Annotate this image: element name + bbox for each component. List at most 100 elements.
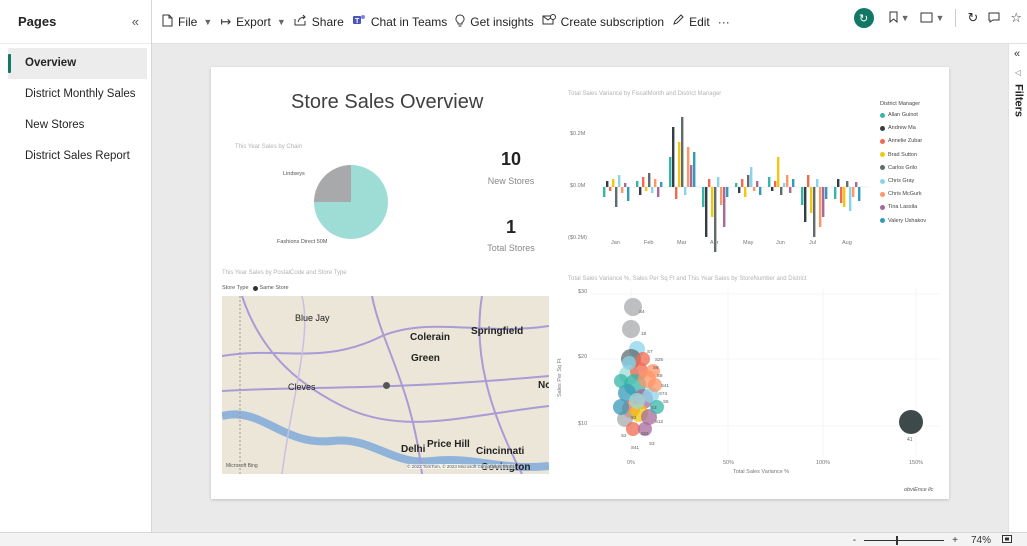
- variance-bar[interactable]: [852, 187, 855, 197]
- variance-bar[interactable]: [735, 183, 738, 187]
- variance-bar[interactable]: [609, 187, 612, 191]
- variance-bar[interactable]: [720, 187, 723, 205]
- variance-bar[interactable]: [843, 187, 846, 207]
- variance-bar[interactable]: [684, 187, 687, 195]
- variance-bar[interactable]: [669, 157, 672, 187]
- variance-bar[interactable]: [675, 187, 678, 199]
- variance-bar[interactable]: [858, 187, 861, 201]
- comments-button[interactable]: [983, 11, 1005, 26]
- get-insights-button[interactable]: Get insights: [451, 8, 537, 36]
- variance-bar[interactable]: [786, 175, 789, 187]
- scatter-point[interactable]: [626, 422, 640, 436]
- scatter-point[interactable]: [622, 320, 640, 338]
- scatter-point[interactable]: [613, 399, 629, 415]
- fit-to-page-icon[interactable]: [999, 534, 1015, 546]
- filters-label[interactable]: Filters: [1009, 84, 1027, 117]
- scatter-point[interactable]: [614, 374, 628, 388]
- expand-filters-button[interactable]: «: [1014, 48, 1020, 60]
- page-item-overview[interactable]: Overview: [8, 48, 147, 79]
- variance-bar[interactable]: [777, 157, 780, 187]
- refresh-status-button[interactable]: ↻: [853, 8, 874, 28]
- variance-bar[interactable]: [648, 173, 651, 187]
- legend-item[interactable]: Annelie Zubar: [880, 138, 922, 144]
- variance-bar[interactable]: [657, 187, 660, 197]
- variance-bar[interactable]: [678, 142, 681, 187]
- chat-in-teams-button[interactable]: T Chat in Teams: [348, 8, 451, 36]
- export-menu[interactable]: ↦ Export ▼: [216, 8, 290, 36]
- zoom-slider[interactable]: [864, 535, 945, 545]
- legend-item[interactable]: Andrew Ma: [880, 125, 916, 131]
- variance-bar[interactable]: [807, 175, 810, 187]
- variance-bar[interactable]: [813, 187, 816, 237]
- scatter-point[interactable]: [629, 393, 645, 409]
- variance-bar[interactable]: [636, 181, 639, 187]
- page-item-district-sales-report[interactable]: District Sales Report: [8, 141, 147, 172]
- variance-bar[interactable]: [771, 187, 774, 191]
- scatter-chart[interactable]: S4 18 S7S25 S6 S8 S41 S74 S5 S3 S2 S51 S12 S2 S41 S3 4…: [591, 289, 941, 459]
- variance-bar[interactable]: [837, 179, 840, 187]
- variance-bar[interactable]: [624, 183, 627, 187]
- variance-bar[interactable]: [825, 187, 828, 199]
- variance-bar[interactable]: [606, 181, 609, 187]
- variance-bar[interactable]: [780, 187, 783, 195]
- variance-bar[interactable]: [693, 152, 696, 187]
- variance-bar[interactable]: [612, 179, 615, 187]
- legend-item[interactable]: Tina Lassila: [880, 204, 917, 210]
- variance-bar[interactable]: [849, 187, 852, 211]
- variance-bar[interactable]: [801, 187, 804, 205]
- variance-bar[interactable]: [741, 179, 744, 187]
- share-button[interactable]: Share: [290, 8, 348, 36]
- variance-bar[interactable]: [681, 117, 684, 187]
- variance-bar[interactable]: [744, 187, 747, 197]
- zoom-slider-handle[interactable]: [896, 535, 899, 545]
- variance-bar[interactable]: [822, 187, 825, 217]
- variance-bar[interactable]: [687, 147, 690, 187]
- variance-bar[interactable]: [708, 179, 711, 187]
- file-menu[interactable]: File ▼: [158, 8, 216, 36]
- legend-item[interactable]: Allan Guinot: [880, 112, 918, 118]
- variance-bar[interactable]: [642, 177, 645, 187]
- variance-bar[interactable]: [789, 187, 792, 193]
- variance-bar[interactable]: [768, 177, 771, 187]
- variance-bar[interactable]: [753, 187, 756, 191]
- variance-bar[interactable]: [816, 179, 819, 187]
- variance-bar[interactable]: [834, 187, 837, 199]
- variance-bar[interactable]: [756, 181, 759, 187]
- variance-bar[interactable]: [738, 187, 741, 193]
- variance-bar[interactable]: [846, 181, 849, 187]
- variance-bar[interactable]: [645, 187, 648, 191]
- variance-bar[interactable]: [672, 127, 675, 187]
- variance-bar[interactable]: [723, 187, 726, 227]
- variance-bar[interactable]: [750, 167, 753, 187]
- page-item-new-stores[interactable]: New Stores: [8, 110, 147, 141]
- variance-bar[interactable]: [855, 182, 858, 187]
- scatter-point[interactable]: [622, 356, 636, 370]
- scatter-point[interactable]: [636, 352, 650, 366]
- variance-bar[interactable]: [819, 187, 822, 227]
- variance-bar[interactable]: [774, 181, 777, 187]
- variance-bar[interactable]: [660, 182, 663, 187]
- variance-bar[interactable]: [603, 187, 606, 197]
- more-options-button[interactable]: ···: [714, 8, 734, 36]
- page-item-district-monthly-sales[interactable]: District Monthly Sales: [8, 79, 147, 110]
- variance-bar[interactable]: [639, 187, 642, 195]
- legend-item[interactable]: Valery Ushakov: [880, 218, 926, 224]
- variance-bar[interactable]: [783, 183, 786, 187]
- legend-item[interactable]: Brad Sutton: [880, 152, 917, 158]
- variance-bar[interactable]: [711, 187, 714, 217]
- legend-item[interactable]: Carlos Grilo: [880, 165, 917, 171]
- view-button[interactable]: ▼: [915, 11, 950, 26]
- variance-bar[interactable]: [690, 165, 693, 187]
- variance-bar[interactable]: [702, 187, 705, 207]
- scatter-point[interactable]: [648, 378, 662, 392]
- variance-bar[interactable]: [717, 177, 720, 187]
- variance-bar-chart[interactable]: [601, 107, 871, 257]
- map-visual[interactable]: Blue Jay Colerain Springfield Green Clev…: [222, 296, 549, 474]
- pie-chart[interactable]: [311, 162, 391, 242]
- variance-bar[interactable]: [705, 187, 708, 237]
- create-subscription-button[interactable]: Create subscription: [538, 8, 668, 36]
- variance-bar[interactable]: [759, 187, 762, 195]
- variance-bar[interactable]: [804, 187, 807, 222]
- variance-bar[interactable]: [621, 187, 624, 193]
- favorite-button[interactable]: ☆: [1005, 10, 1027, 26]
